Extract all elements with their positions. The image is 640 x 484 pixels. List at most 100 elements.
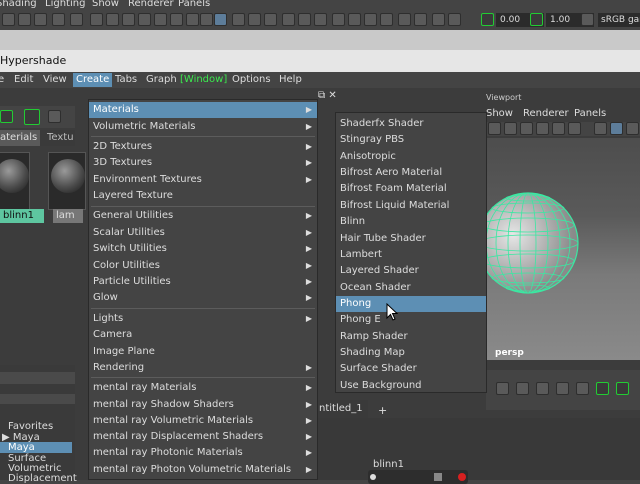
menu-shading[interactable]: Shading (0, 0, 37, 9)
menu-item-mr-materials[interactable]: mental ray Materials ▶ (89, 380, 317, 396)
color-management-icon[interactable] (581, 13, 594, 26)
menu-item-volumetric-materials[interactable]: Volumetric Materials ▶ (89, 119, 317, 135)
menu-item-blinn[interactable]: Blinn (336, 214, 486, 230)
lock-camera-icon[interactable] (34, 13, 47, 26)
menu-item-phong-e[interactable]: Phong E (336, 312, 486, 328)
menu-window[interactable]: [Window] (180, 74, 227, 85)
ambient-occlusion-icon[interactable] (264, 13, 277, 26)
menu-view[interactable]: View (43, 74, 67, 85)
field-chart-icon[interactable] (154, 13, 167, 26)
menu-item-phong[interactable]: Phong (336, 296, 486, 312)
hud-icon[interactable] (414, 13, 427, 26)
menu-graph[interactable]: Graph (146, 74, 177, 85)
menu-edit[interactable]: Edit (14, 74, 33, 85)
layout-three-icon[interactable] (536, 382, 549, 395)
grid-icon[interactable] (488, 122, 501, 135)
add-tab-button[interactable]: + (378, 404, 387, 417)
gate-mask-icon[interactable] (536, 122, 549, 135)
smooth-shade-icon[interactable] (200, 13, 213, 26)
viewport-menu-renderer[interactable]: Renderer (523, 108, 569, 119)
menu-item-particle-utilities[interactable]: Particle Utilities ▶ (89, 274, 317, 290)
menu-item-materials[interactable]: Materials ▶ (89, 102, 317, 118)
viewport-canvas[interactable] (486, 138, 640, 360)
menu-item-mr-photonic-materials[interactable]: mental ray Photonic Materials ▶ (89, 445, 317, 461)
use-lights-icon[interactable] (626, 122, 639, 135)
menu-item-color-utilities[interactable]: Color Utilities ▶ (89, 258, 317, 274)
safe-action-icon[interactable] (170, 13, 183, 26)
motion-blur-icon[interactable] (298, 13, 311, 26)
camera-icon[interactable] (2, 13, 15, 26)
tree-item-favorites[interactable]: Favorites (8, 421, 53, 432)
menu-item-bifrost-aero[interactable]: Bifrost Aero Material (336, 165, 486, 181)
menu-help[interactable]: Help (279, 74, 302, 85)
gate-mask-icon[interactable] (138, 13, 151, 26)
resolution-gate-icon[interactable] (122, 13, 135, 26)
two-sided-icon[interactable] (432, 13, 445, 26)
menu-item-layered-texture[interactable]: Layered Texture (89, 188, 317, 204)
menu-item-stingray-pbs[interactable]: Stingray PBS (336, 132, 486, 148)
blinn1-swatch[interactable] (0, 152, 30, 210)
menu-item-camera[interactable]: Camera (89, 327, 317, 343)
viewport-menu-panels[interactable]: Panels (574, 108, 606, 119)
graph-network-icon[interactable] (24, 109, 40, 125)
float-panel-icon[interactable]: ⧉ (318, 90, 325, 101)
menu-item-mr-volumetric-materials[interactable]: mental ray Volumetric Materials ▶ (89, 413, 317, 429)
menu-file[interactable]: e (0, 74, 4, 85)
safe-action-icon[interactable] (568, 122, 581, 135)
xray-components-icon[interactable] (398, 13, 411, 26)
lambert-swatch[interactable] (48, 152, 86, 210)
isolate-select-icon[interactable] (348, 13, 361, 26)
exposure-icon[interactable] (481, 13, 494, 26)
menu-options[interactable]: Options (232, 74, 271, 85)
menu-item-general-utilities[interactable]: General Utilities ▶ (89, 208, 317, 224)
tab-untitled[interactable]: ntitled_1 (315, 400, 368, 418)
menu-panels[interactable]: Panels (178, 0, 210, 9)
menu-create[interactable]: Create (73, 73, 113, 87)
xray-icon[interactable] (364, 13, 377, 26)
resolution-gate-icon[interactable] (520, 122, 533, 135)
tab-textures[interactable]: Textu (47, 130, 77, 146)
menu-item-image-plane[interactable]: Image Plane (89, 344, 317, 360)
menu-item-hair-tube-shader[interactable]: Hair Tube Shader (336, 231, 486, 247)
sun-icon[interactable] (282, 13, 295, 26)
tree-item-maya-selected[interactable]: Maya (0, 442, 72, 453)
blinn1-node[interactable] (368, 470, 468, 484)
menu-item-shading-map[interactable]: Shading Map (336, 345, 486, 361)
layout-two-icon[interactable] (516, 382, 529, 395)
menu-item-lights[interactable]: Lights ▶ (89, 311, 317, 327)
close-icon[interactable]: ✕ (328, 90, 336, 101)
shadows-icon[interactable] (248, 13, 261, 26)
select-camera-icon[interactable] (18, 13, 31, 26)
node-editor-area[interactable] (315, 418, 640, 480)
image-plane-icon[interactable] (70, 13, 83, 26)
menu-lighting[interactable]: Lighting (45, 0, 85, 9)
filter-icon[interactable] (616, 382, 629, 395)
menu-item-mr-shadow-shaders[interactable]: mental ray Shadow Shaders ▶ (89, 397, 317, 413)
menu-item-rendering[interactable]: Rendering ▶ (89, 360, 317, 376)
field-chart-icon[interactable] (552, 122, 565, 135)
menu-show[interactable]: Show (92, 0, 119, 9)
menu-item-mr-photon-volumetric-materials[interactable]: mental ray Photon Volumetric Materials ▶ (89, 462, 317, 478)
menu-item-layered-shader[interactable]: Layered Shader (336, 263, 486, 279)
view-options-icon[interactable] (48, 110, 61, 123)
menu-item-lambert[interactable]: Lambert (336, 247, 486, 263)
depth-of-field-icon[interactable] (332, 13, 345, 26)
search-icon[interactable] (596, 382, 609, 395)
menu-item-ocean-shader[interactable]: Ocean Shader (336, 280, 486, 296)
menu-item-mr-displacement-shaders[interactable]: mental ray Displacement Shaders ▶ (89, 429, 317, 445)
film-gate-icon[interactable] (106, 13, 119, 26)
menu-item-2d-textures[interactable]: 2D Textures ▶ (89, 139, 317, 155)
menu-item-glow[interactable]: Glow ▶ (89, 290, 317, 306)
menu-tabs[interactable]: Tabs (115, 74, 137, 85)
menu-item-switch-utilities[interactable]: Switch Utilities ▶ (89, 241, 317, 257)
layout-horizontal-icon[interactable] (576, 382, 589, 395)
menu-item-scalar-utilities[interactable]: Scalar Utilities ▶ (89, 225, 317, 241)
grid-icon[interactable] (90, 13, 103, 26)
menu-item-use-background[interactable]: Use Background (336, 378, 486, 394)
menu-item-bifrost-foam[interactable]: Bifrost Foam Material (336, 181, 486, 197)
menu-item-bifrost-liquid[interactable]: Bifrost Liquid Material (336, 198, 486, 214)
backface-icon[interactable] (448, 13, 461, 26)
use-lights-icon[interactable] (232, 13, 245, 26)
tab-materials[interactable]: aterials (0, 130, 40, 146)
menu-item-anisotropic[interactable]: Anisotropic (336, 149, 486, 165)
